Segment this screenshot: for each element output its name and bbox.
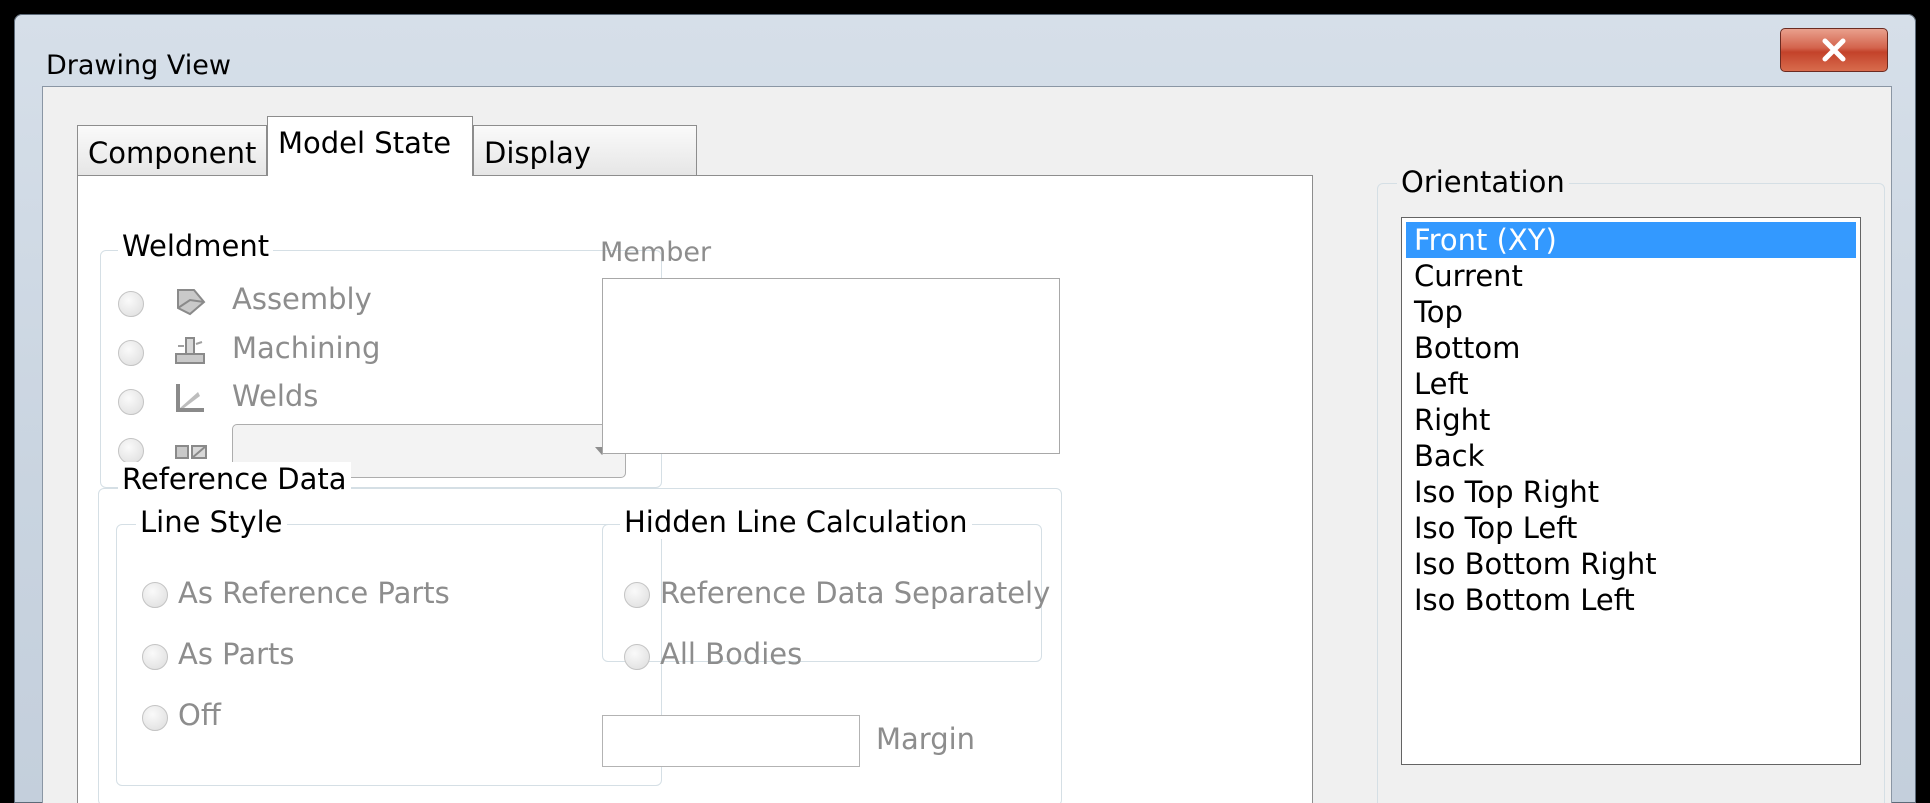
orientation-item[interactable]: Iso Top Right [1406, 474, 1856, 510]
tab-model-state[interactable]: Model State [267, 116, 473, 176]
member-label: Member [600, 237, 712, 268]
margin-input[interactable] [602, 715, 860, 767]
as-reference-parts-label: As Reference Parts [178, 576, 450, 610]
machining-radio[interactable] [118, 340, 144, 366]
orientation-item[interactable]: Top [1406, 294, 1856, 330]
machining-icon [175, 337, 205, 364]
welds-label: Welds [232, 379, 319, 413]
tab-display-options[interactable]: Display Options [473, 125, 697, 224]
orientation-item[interactable]: Right [1406, 402, 1856, 438]
drawing-view-dialog: Drawing View Component Model State Displ… [14, 14, 1916, 803]
reference-data-separately-label: Reference Data Separately [660, 576, 1051, 610]
all-bodies-radio[interactable] [624, 644, 650, 670]
as-parts-label: As Parts [178, 637, 295, 671]
tab-label: Component [88, 136, 257, 170]
orientation-title: Orientation [1397, 165, 1569, 199]
close-button[interactable] [1780, 28, 1888, 72]
welds-icon [176, 384, 204, 412]
machining-label: Machining [232, 331, 381, 365]
reference-data-separately-radio[interactable] [624, 582, 650, 608]
tab-label: Model State [278, 126, 452, 160]
orientation-item[interactable]: Iso Bottom Right [1406, 546, 1856, 582]
orientation-item[interactable]: Iso Top Left [1406, 510, 1856, 546]
tab-component[interactable]: Component [77, 125, 267, 175]
assembly-icon [177, 289, 206, 316]
orientation-items: Front (XY) Current Top Bottom Left Right Back I… [1402, 222, 1860, 618]
window-title: Drawing View [46, 50, 231, 81]
as-parts-radio[interactable] [142, 644, 168, 670]
as-reference-parts-radio[interactable] [142, 582, 168, 608]
orientation-item[interactable]: Bottom [1406, 330, 1856, 366]
welds-radio[interactable] [118, 389, 144, 415]
orientation-item[interactable]: Iso Bottom Left [1406, 582, 1856, 618]
member-list[interactable] [602, 278, 1060, 454]
hidden-line-title: Hidden Line Calculation [620, 505, 972, 539]
off-radio[interactable] [142, 705, 168, 731]
preparation-radio[interactable] [118, 438, 144, 464]
orientation-item[interactable]: Front (XY) [1406, 222, 1856, 258]
close-icon [1822, 38, 1846, 62]
weldment-title: Weldment [118, 229, 274, 263]
off-label: Off [178, 698, 221, 732]
margin-label: Margin [876, 722, 976, 756]
orientation-item[interactable]: Left [1406, 366, 1856, 402]
model-state-panel: Weldment Assembly Machining Welds Member… [77, 175, 1313, 803]
dialog-body: Component Model State Display Options We… [42, 86, 1892, 803]
all-bodies-label: All Bodies [660, 637, 803, 671]
title-bar[interactable]: Drawing View [14, 14, 1916, 86]
line-style-title: Line Style [136, 505, 287, 539]
assembly-label: Assembly [232, 282, 372, 316]
assembly-radio[interactable] [118, 291, 144, 317]
reference-data-title: Reference Data [118, 462, 351, 496]
orientation-item[interactable]: Back [1406, 438, 1856, 474]
orientation-item[interactable]: Current [1406, 258, 1856, 294]
orientation-list[interactable]: Front (XY) Current Top Bottom Left Right Back I… [1401, 217, 1861, 765]
